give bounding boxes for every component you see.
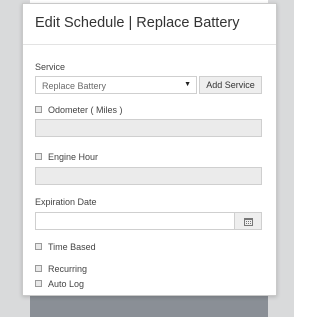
auto-log-checkbox[interactable] [35, 280, 42, 287]
chevron-down-icon: ▼ [184, 81, 191, 88]
dialog-title: Edit Schedule | Replace Battery [35, 15, 240, 31]
expiration-date-input[interactable] [35, 212, 235, 230]
auto-log-label: Auto Log [48, 279, 85, 289]
engine-hour-label: Engine Hour [48, 152, 99, 162]
engine-hour-input[interactable] [35, 167, 262, 185]
service-label: Service [35, 62, 66, 72]
header-divider [23, 44, 276, 45]
recurring-label: Recurring [48, 264, 88, 274]
odometer-checkbox[interactable] [35, 106, 42, 113]
recurring-checkbox[interactable] [35, 265, 42, 272]
expiration-date-label: Expiration Date [35, 197, 97, 207]
date-picker-button[interactable] [235, 212, 262, 230]
engine-hour-checkbox[interactable] [35, 153, 42, 160]
service-select[interactable]: Replace Battery ▼ [35, 76, 197, 94]
time-based-label: Time Based [48, 242, 96, 252]
calendar-icon [244, 218, 253, 226]
edit-schedule-dialog: Edit Schedule | Replace Battery Service … [22, 3, 277, 296]
add-service-button[interactable]: Add Service [199, 76, 262, 94]
backdrop-footer [30, 296, 268, 317]
service-select-value: Replace Battery [42, 81, 107, 91]
time-based-checkbox[interactable] [35, 243, 42, 250]
odometer-label: Odometer ( Miles ) [48, 105, 123, 115]
odometer-input[interactable] [35, 119, 262, 137]
